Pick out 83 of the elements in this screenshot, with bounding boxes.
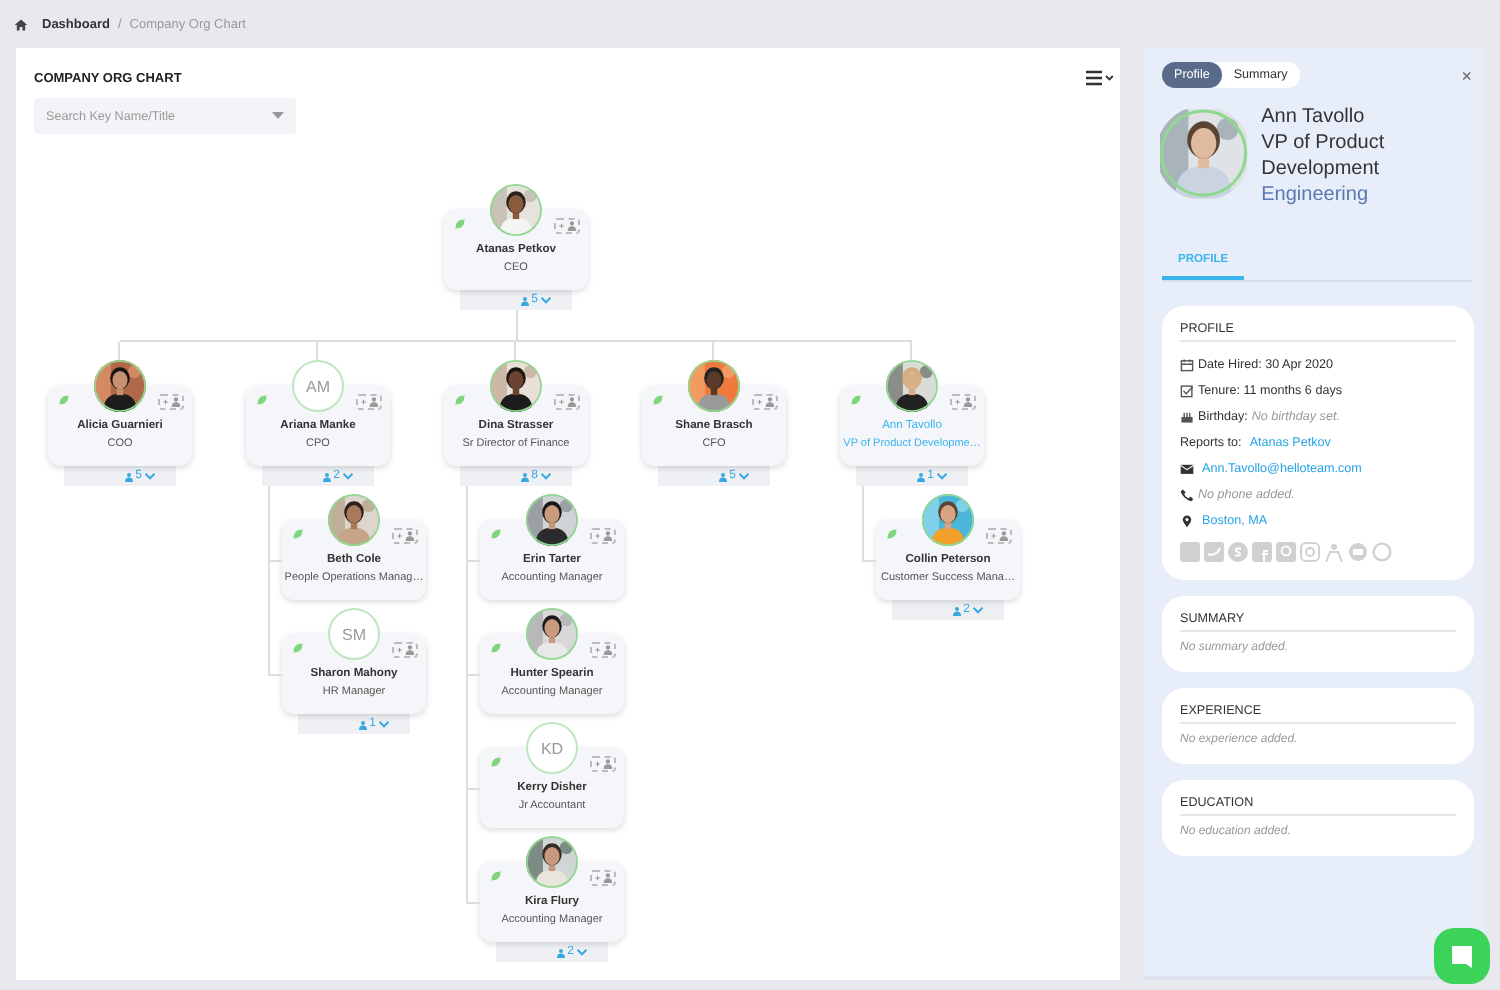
add-person-icon xyxy=(557,220,577,232)
person-icon xyxy=(915,471,926,481)
add-person-icon xyxy=(593,530,613,542)
leaf-icon xyxy=(886,528,898,540)
social-icon[interactable] xyxy=(1228,542,1248,562)
add-person-icon xyxy=(989,530,1009,542)
menu-icon[interactable] xyxy=(1086,70,1114,86)
leaf-icon xyxy=(490,642,502,654)
social-icon[interactable] xyxy=(1348,542,1368,562)
leaf-icon xyxy=(490,756,502,768)
add-person-button[interactable] xyxy=(554,218,580,234)
leaf-icon xyxy=(454,218,466,230)
add-person-icon xyxy=(161,396,181,408)
phone-icon xyxy=(1180,488,1194,502)
add-person-button[interactable] xyxy=(158,394,184,410)
home-icon xyxy=(14,17,28,31)
leaf-icon xyxy=(490,528,502,540)
initials-avatar: KD xyxy=(526,722,578,774)
add-person-button[interactable] xyxy=(356,394,382,410)
leaf-icon xyxy=(454,394,466,406)
social-icon[interactable] xyxy=(1276,542,1296,562)
add-person-button[interactable] xyxy=(554,394,580,410)
add-person-icon xyxy=(593,758,613,770)
chevron-down-icon xyxy=(576,948,588,956)
add-person-button[interactable] xyxy=(986,528,1012,544)
calendar-icon xyxy=(1180,358,1194,372)
person-icon xyxy=(951,605,962,615)
chevron-down-icon xyxy=(540,472,552,480)
leaf-icon xyxy=(292,528,304,540)
person-icon xyxy=(519,471,530,481)
add-person-icon xyxy=(359,396,379,408)
add-person-icon xyxy=(953,396,973,408)
chevron-down-icon xyxy=(972,606,984,614)
add-person-icon xyxy=(395,644,415,656)
leaf-icon xyxy=(490,870,502,882)
social-icon[interactable] xyxy=(1204,542,1224,562)
initials-avatar: SM xyxy=(328,608,380,660)
chat-icon xyxy=(1448,942,1476,970)
person-icon xyxy=(717,471,728,481)
cake-icon xyxy=(1180,410,1194,424)
leaf-icon xyxy=(652,394,664,406)
leaf-icon xyxy=(850,394,862,406)
person-icon xyxy=(519,295,530,305)
pin-icon xyxy=(1180,514,1194,528)
profile-department: Engineering xyxy=(1261,182,1370,208)
initials-avatar: AM xyxy=(292,360,344,412)
social-icon[interactable] xyxy=(1252,542,1272,562)
leaf-icon xyxy=(58,394,70,406)
profile-name: Ann Tavollo xyxy=(1261,104,1367,130)
add-person-icon xyxy=(395,530,415,542)
add-person-button[interactable] xyxy=(950,394,976,410)
social-icon[interactable] xyxy=(1300,542,1320,562)
chevron-down-icon xyxy=(342,472,354,480)
chat-button[interactable] xyxy=(1434,928,1490,984)
chevron-down-icon xyxy=(540,296,552,304)
mail-icon xyxy=(1180,462,1194,476)
checkbox-icon xyxy=(1180,384,1194,398)
close-button[interactable]: × xyxy=(1461,65,1472,85)
add-person-button[interactable] xyxy=(590,756,616,772)
chevron-down-icon xyxy=(738,472,750,480)
profile-title: VP of Product Development xyxy=(1261,130,1387,182)
add-person-button[interactable] xyxy=(392,642,418,658)
person-icon xyxy=(123,471,134,481)
add-person-icon xyxy=(557,396,577,408)
caret-icon xyxy=(272,112,284,120)
social-icon[interactable] xyxy=(1372,542,1392,562)
person-icon xyxy=(357,719,368,729)
person-icon xyxy=(321,471,332,481)
social-icon[interactable] xyxy=(1324,542,1344,562)
chevron-down-icon xyxy=(144,472,156,480)
add-person-icon xyxy=(593,872,613,884)
add-person-button[interactable] xyxy=(590,870,616,886)
leaf-icon xyxy=(292,642,304,654)
leaf-icon xyxy=(256,394,268,406)
person-icon xyxy=(555,947,566,957)
add-person-icon xyxy=(755,396,775,408)
add-person-button[interactable] xyxy=(590,528,616,544)
add-person-button[interactable] xyxy=(752,394,778,410)
add-person-icon xyxy=(593,644,613,656)
chevron-down-icon xyxy=(378,720,390,728)
chevron-down-icon xyxy=(936,472,948,480)
add-person-button[interactable] xyxy=(590,642,616,658)
add-person-button[interactable] xyxy=(392,528,418,544)
